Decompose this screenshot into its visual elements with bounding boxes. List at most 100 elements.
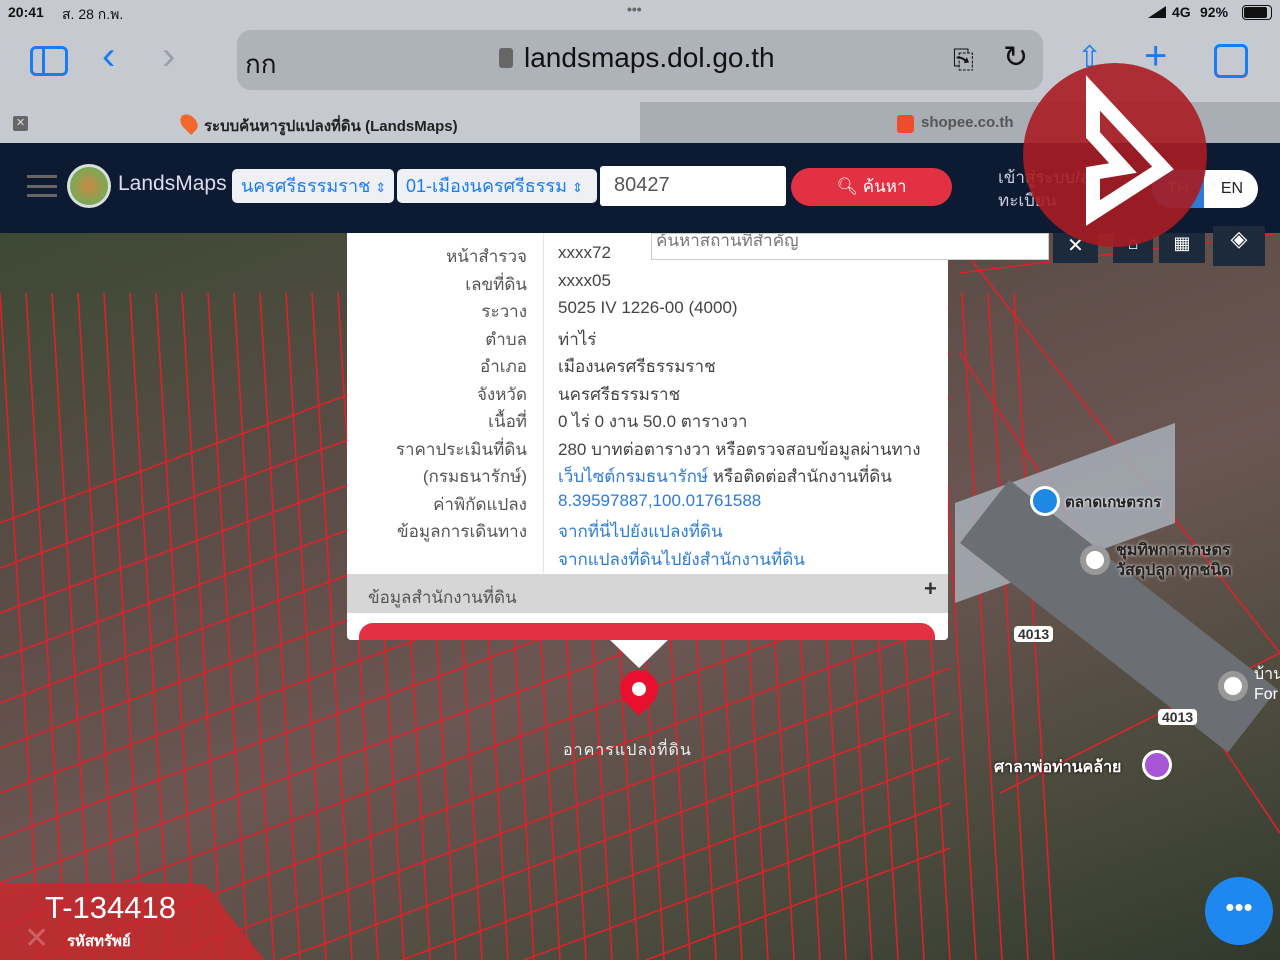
watermark-logo [1023, 63, 1207, 247]
field-text: หรือติดต่อสำนักงานที่ดิน [708, 467, 892, 486]
field-label: จังหวัด [476, 384, 527, 404]
field-value: เว็บไซต์กรมธนารักษ์ หรือติดต่อสำนักงานที… [558, 463, 892, 490]
parcel-number-input[interactable]: 80427 [600, 166, 786, 206]
poi-market[interactable]: ตลาดเกษตรกร [1065, 490, 1161, 514]
lock-icon [499, 48, 513, 68]
back-icon[interactable]: ‹ [102, 34, 115, 79]
select-arrows-icon: ⇕ [571, 180, 583, 195]
parcel-line [103, 292, 145, 960]
field-label: ราคาประเมินที่ดิน [395, 439, 527, 459]
road-label: 4013 [1158, 709, 1198, 725]
field-text: เมืองนครศรีธรรมราช [558, 357, 716, 376]
battery-percent: 92% [1200, 4, 1229, 20]
clock: 20:41 [8, 4, 44, 20]
url-text[interactable]: landsmaps.dol.go.th [524, 42, 775, 74]
field-text: ท่าไร่ [558, 329, 597, 349]
poi-shop[interactable]: ชุมทิพการเกษตร วัสดุปลูก ทุกชนิด [1116, 541, 1256, 581]
parcel-line [155, 292, 197, 960]
marker-label: อาคารแปลงที่ดิน [563, 742, 692, 759]
tabs-icon[interactable] [1214, 44, 1248, 78]
select-arrows-icon: ⇕ [375, 180, 387, 195]
poi-pin-icon [1080, 545, 1110, 575]
field-label: เนื้อที่ [488, 412, 527, 431]
parcel-info-popup: หน้าสำรวจ xxxx72 เลขที่ดิน xxxx05 ระวาง 5025 … [347, 233, 948, 640]
field-text: 5025 IV 1226-00 (4000) [558, 298, 738, 317]
field-link[interactable]: จากแปลงที่ดินไปยังสำนักงานที่ดิน [558, 550, 805, 569]
parcel-line [207, 292, 249, 960]
reader-button[interactable]: กก [245, 44, 276, 85]
field-label: อำเภอ [480, 357, 527, 376]
sidebar-icon[interactable] [30, 46, 68, 76]
popup-pointer [608, 638, 670, 668]
field-value: 0 ไร่ 0 งาน 50.0 ตารางวา [558, 408, 747, 435]
parcel-line [645, 847, 951, 960]
parcel-line [0, 292, 41, 960]
field-value: xxxx72 [558, 243, 611, 263]
popup-action-button[interactable] [359, 623, 935, 640]
field-text: นครศรีธรรมราช [558, 384, 681, 404]
field-label: ระวาง [481, 302, 527, 321]
field-text: xxxx72 [558, 243, 611, 262]
expand-plus-icon[interactable]: + [924, 576, 937, 602]
parcel-line [25, 292, 67, 960]
close-tab-icon[interactable]: ✕ [13, 116, 28, 131]
field-label: ตำบล [485, 329, 527, 349]
place-search-input[interactable]: ค้นหาสถานที่สำคัญ [651, 233, 1049, 260]
status-bar: 20:41 ส. 28 ก.พ. ••• 4G 92% [0, 0, 1280, 26]
office-section-title: ข้อมูลสำนักงานที่ดิน [368, 588, 517, 607]
field-text: 280 บาทต่อตารางวา หรือตรวจสอบข้อมูลผ่านท… [558, 439, 921, 459]
field-value: ท่าไร่ [558, 326, 596, 353]
dol-seal-logo [67, 164, 111, 208]
battery-icon [1242, 5, 1272, 20]
multitask-dots-icon[interactable]: ••• [627, 1, 642, 17]
pencil-ruler-icon: ✕ [24, 922, 50, 955]
field-label: ค่าพิกัดแปลง [433, 494, 527, 514]
road-label: 4013 [1014, 626, 1054, 642]
watermark-glyph [1086, 75, 1174, 226]
field-value: จากที่นี่ไปยังแปลงที่ดิน [558, 518, 723, 545]
extension-icon[interactable]: ⎘ [953, 44, 974, 76]
district-value: 01-เมืองนครศรีธรรม [406, 176, 567, 196]
forward-icon[interactable]: › [162, 34, 175, 79]
tab-landsmaps[interactable]: ระบบค้นหารูปแปลงที่ดิน (LandsMaps) [204, 114, 458, 138]
field-value: 8.39597887,100.01761588 [558, 491, 761, 511]
tab-title: shopee.co.th [921, 114, 1014, 131]
parcel-line [961, 292, 1003, 960]
parcel-line [233, 292, 275, 960]
field-value: 280 บาทต่อตารางวา หรือตรวจสอบข้อมูลผ่านท… [558, 436, 921, 463]
signal-icon [1148, 6, 1166, 18]
field-link[interactable]: 8.39597887,100.01761588 [558, 491, 761, 510]
poi-pavilion[interactable]: ศาลาพ่อท่านคล้าย [994, 755, 1121, 780]
shopee-icon [897, 115, 914, 133]
chat-button[interactable]: ••• [1205, 877, 1273, 945]
column-divider [543, 233, 544, 573]
field-text: 0 ไร่ 0 งาน 50.0 ตารางวา [558, 412, 748, 431]
lang-en[interactable]: EN [1206, 170, 1258, 208]
poi-pin-icon [1218, 671, 1248, 701]
network: 4G [1172, 4, 1191, 20]
address-bar[interactable]: กก landsmaps.dol.go.th ⎘ ↻ [237, 30, 1043, 90]
date: ส. 28 ก.พ. [62, 6, 124, 22]
property-code: T-134418 [45, 890, 176, 925]
temple-icon [1142, 750, 1172, 780]
menu-icon[interactable] [27, 175, 57, 197]
parcel-line [259, 292, 301, 960]
parcel-line [181, 292, 223, 960]
field-text: xxxx05 [558, 270, 611, 290]
field-label: ข้อมูลการเดินทาง [397, 522, 527, 541]
shopping-cart-icon [1030, 486, 1060, 516]
office-section-header[interactable]: ข้อมูลสำนักงานที่ดิน + [347, 574, 948, 613]
field-link[interactable]: เว็บไซต์กรมธนารักษ์ [558, 467, 708, 486]
field-value: xxxx05 [558, 271, 611, 291]
poi-house[interactable]: บ้าน For [1254, 665, 1280, 705]
search-button[interactable]: 🔍︎ ค้นหา [791, 168, 952, 206]
field-label: หน้าสำรวจ [446, 247, 527, 266]
layers-icon[interactable]: ◈ [1213, 226, 1265, 266]
field-value: เมืองนครศรีธรรมราช [558, 353, 716, 380]
parcel-line [401, 757, 951, 960]
district-select[interactable]: 01-เมืองนครศรีธรรม ⇕ [397, 169, 597, 203]
province-select[interactable]: นครศรีธรรมราช ⇕ [232, 169, 394, 203]
parcel-line [129, 292, 171, 960]
field-link[interactable]: จากที่นี่ไปยังแปลงที่ดิน [558, 522, 723, 541]
property-code-caption: รหัสทรัพย์ [67, 933, 131, 950]
